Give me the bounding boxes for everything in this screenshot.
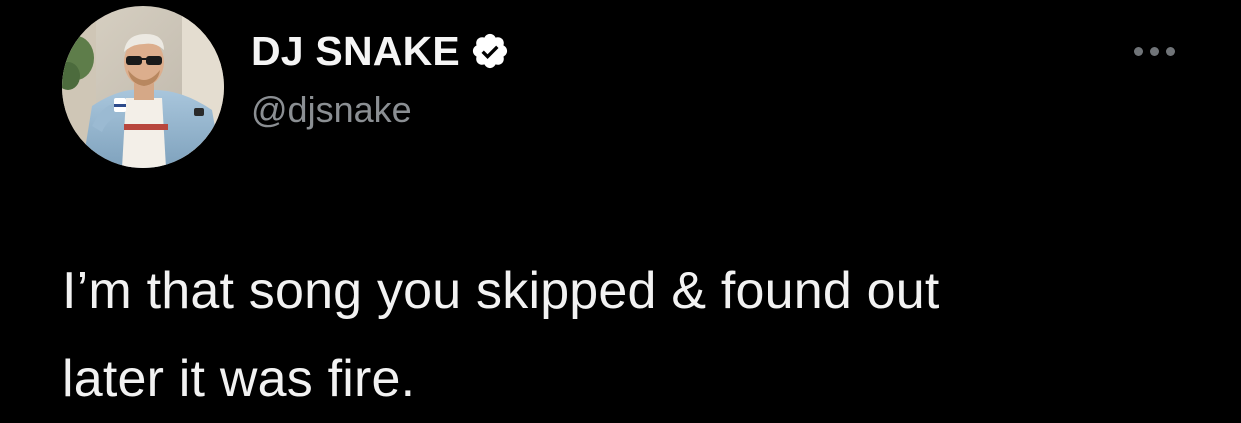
verified-badge-icon	[470, 31, 510, 71]
more-options-icon	[1133, 46, 1175, 56]
author-avatar[interactable]	[62, 6, 224, 168]
author-info: DJ SNAKE @djsnake	[251, 26, 510, 132]
name-row: DJ SNAKE	[251, 26, 510, 76]
tweet-text-line: later it was fire.	[62, 350, 416, 408]
tweet-text-line: I’m that song you skipped & found out	[62, 262, 940, 320]
dot	[1149, 46, 1159, 56]
tweet-card: DJ SNAKE @djsnake I’m that song you skip…	[0, 0, 1241, 413]
dot	[1165, 46, 1175, 56]
author-handle[interactable]: @djsnake	[251, 88, 510, 132]
profile-photo	[62, 6, 224, 168]
author-display-name[interactable]: DJ SNAKE	[251, 26, 460, 76]
more-options-button[interactable]	[1126, 36, 1182, 66]
tweet-text: I’m that song you skipped & found out la…	[62, 247, 1202, 423]
dot	[1133, 46, 1143, 56]
